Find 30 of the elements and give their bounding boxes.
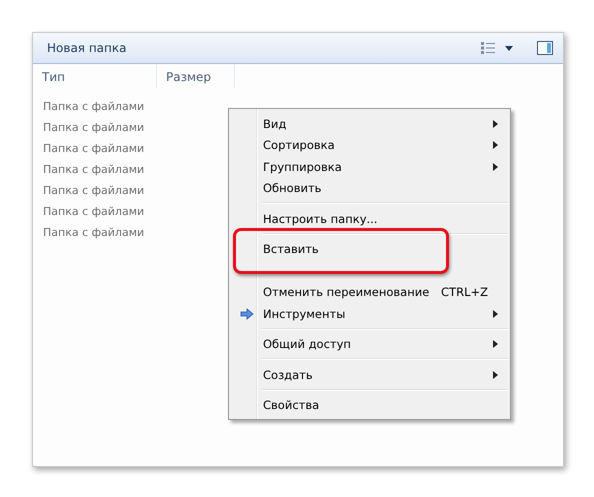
menu-item[interactable]: Создать xyxy=(231,364,508,386)
list-view-icon[interactable] xyxy=(481,42,495,54)
file-type-cell-text: Папка с файлами xyxy=(43,99,144,115)
submenu-arrow-icon xyxy=(493,162,498,171)
submenu-arrow-icon xyxy=(493,120,498,128)
file-type-cell-text: Папка с файлами xyxy=(43,225,144,241)
menu-item[interactable]: Вставить xyxy=(231,238,508,260)
file-type-cell-text: Папка с файлами xyxy=(43,120,144,136)
menu-item[interactable]: Инструменты xyxy=(231,303,508,324)
submenu-arrow-icon xyxy=(493,370,498,379)
dropdown-icon[interactable] xyxy=(505,46,513,50)
menu-item[interactable]: Сортировка xyxy=(231,134,508,156)
menu-item[interactable]: Группировка xyxy=(231,156,508,178)
column-header[interactable]: Тип xyxy=(33,64,157,88)
menu-item[interactable]: Свойства xyxy=(231,394,508,416)
menu-item[interactable]: Общий доступ xyxy=(231,334,508,355)
file-type-cell-text: Папка с файлами xyxy=(43,141,144,157)
column-header[interactable]: Размер xyxy=(157,64,235,88)
file-type-cell-text: Папка с файлами xyxy=(43,204,144,220)
submenu-arrow-icon xyxy=(493,340,498,348)
window-title: Новая папка xyxy=(47,41,128,55)
menu-item[interactable]: Настроить папку... xyxy=(231,208,508,230)
menu-item[interactable]: Вид xyxy=(231,113,508,134)
file-type-cell-text: Папка с файлами xyxy=(43,183,144,199)
menu-item[interactable]: Отменить переименование CTRL+Z xyxy=(231,282,508,303)
submenu-arrow-icon xyxy=(493,141,498,150)
file-type-cell-text: Папка с файлами xyxy=(43,162,144,178)
preview-pane-icon[interactable] xyxy=(537,41,553,55)
menu-item[interactable]: Обновить xyxy=(231,178,508,199)
submenu-arrow-icon xyxy=(493,310,498,318)
